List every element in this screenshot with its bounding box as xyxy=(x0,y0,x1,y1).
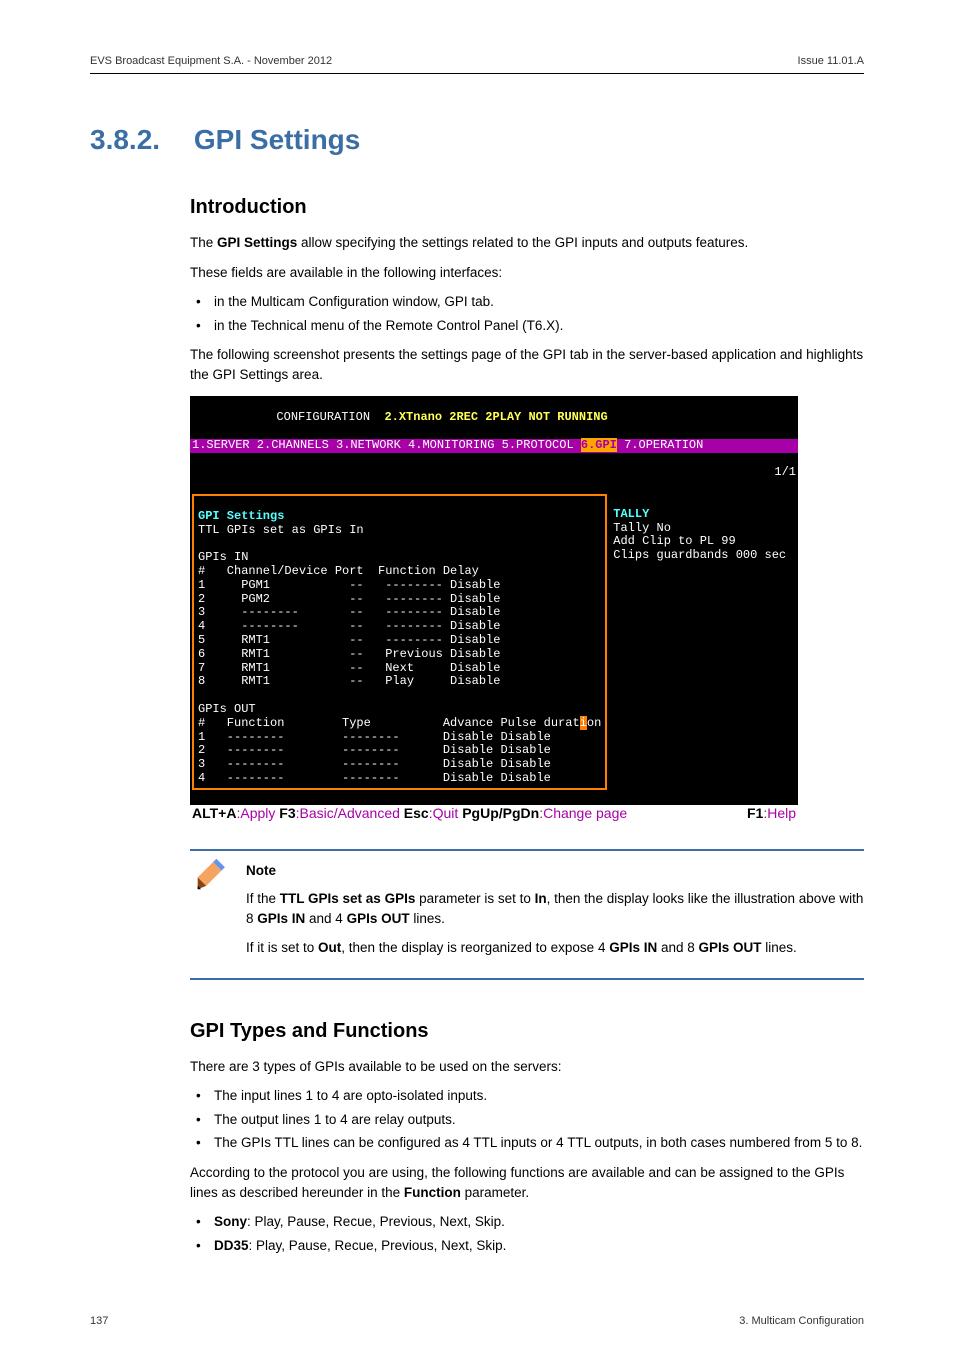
intro-heading: Introduction xyxy=(190,196,864,219)
page-footer: 137 3. Multicam Configuration xyxy=(90,1315,864,1327)
list-item: in the Technical menu of the Remote Cont… xyxy=(190,316,864,336)
note-box: Note If the TTL GPIs set as GPIs paramet… xyxy=(190,849,864,979)
note-title: Note xyxy=(246,861,864,881)
page-header: EVS Broadcast Equipment S.A. - November … xyxy=(90,55,864,74)
list-item: The GPIs TTL lines can be configured as … xyxy=(190,1133,864,1153)
gpi-settings-highlight: GPI Settings TTL GPIs set as GPIs In GPI… xyxy=(192,494,607,790)
header-left: EVS Broadcast Equipment S.A. - November … xyxy=(90,55,332,67)
list-item: in the Multicam Configuration window, GP… xyxy=(190,292,864,312)
protocol-list: Sony: Play, Pause, Recue, Previous, Next… xyxy=(190,1212,864,1255)
note-p1: If the TTL GPIs set as GPIs parameter is… xyxy=(246,889,864,928)
section-number: 3.8.2. xyxy=(90,124,190,156)
gpi-screenshot: CONFIGURATION 2.XTnano 2REC 2PLAY NOT RU… xyxy=(190,396,798,805)
header-right: Issue 11.01.A xyxy=(798,55,864,67)
list-item: Sony: Play, Pause, Recue, Previous, Next… xyxy=(190,1212,864,1232)
section-heading: 3.8.2. GPI Settings xyxy=(90,124,864,156)
note-p2: If it is set to Out, then the display is… xyxy=(246,938,864,958)
types-heading: GPI Types and Functions xyxy=(190,1020,864,1043)
list-item: The output lines 1 to 4 are relay output… xyxy=(190,1110,864,1130)
screenshot-footer: ALT+A:Apply F3:Basic/Advanced Esc:Quit P… xyxy=(190,805,798,821)
footer-chapter: 3. Multicam Configuration xyxy=(739,1315,864,1327)
types-p1: There are 3 types of GPIs available to b… xyxy=(190,1057,864,1077)
pencil-icon xyxy=(196,857,230,891)
types-p2: According to the protocol you are using,… xyxy=(190,1163,864,1202)
intro-p1: The GPI Settings allow specifying the se… xyxy=(190,233,864,253)
tally-panel: TALLY Tally No Add Clip to PL 99 Clips g… xyxy=(609,494,790,792)
intro-p2: These fields are available in the follow… xyxy=(190,263,864,283)
page-number: 137 xyxy=(90,1315,108,1327)
list-item: DD35: Play, Pause, Recue, Previous, Next… xyxy=(190,1236,864,1256)
section-title: GPI Settings xyxy=(194,124,360,156)
gpi-types-list: The input lines 1 to 4 are opto-isolated… xyxy=(190,1086,864,1153)
list-item: The input lines 1 to 4 are opto-isolated… xyxy=(190,1086,864,1106)
intro-p3: The following screenshot presents the se… xyxy=(190,345,864,384)
interface-list: in the Multicam Configuration window, GP… xyxy=(190,292,864,335)
